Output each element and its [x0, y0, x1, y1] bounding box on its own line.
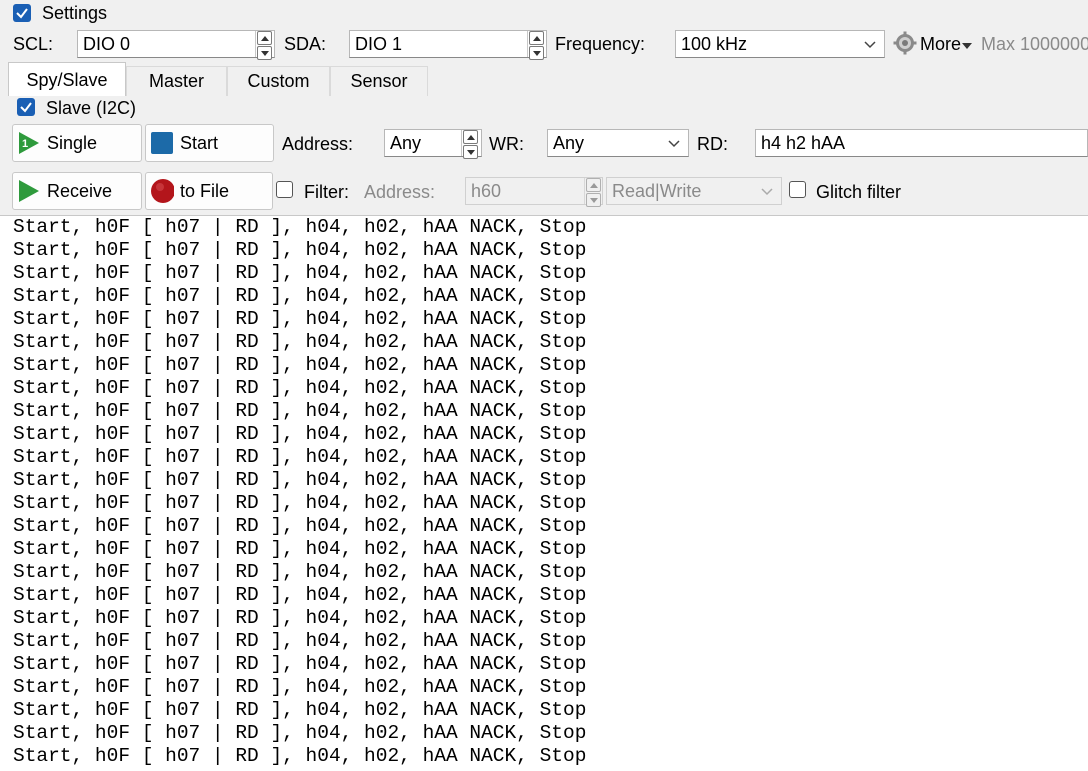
log-line: Start, h0F [ h07 | RD ], h04, h02, hAA N…	[13, 561, 587, 583]
record-icon	[150, 179, 174, 203]
spin-up-icon[interactable]	[257, 31, 272, 45]
slave-checkbox[interactable]	[17, 98, 35, 116]
chevron-down-icon	[864, 41, 876, 49]
sda-value: DIO 1	[355, 34, 403, 54]
log-output[interactable]: Start, h0F [ h07 | RD ], h04, h02, hAA N…	[0, 215, 1088, 771]
single-button[interactable]: 1 Single	[12, 124, 142, 162]
chevron-down-icon	[668, 140, 680, 148]
receive-button[interactable]: Receive	[12, 172, 142, 210]
receive-label: Receive	[47, 180, 113, 201]
log-line: Start, h0F [ h07 | RD ], h04, h02, hAA N…	[13, 722, 587, 744]
log-line: Start, h0F [ h07 | RD ], h04, h02, hAA N…	[13, 607, 587, 629]
spin-down-icon[interactable]	[463, 145, 478, 159]
frequency-value: 100 kHz	[681, 34, 748, 54]
filter-address-spinner[interactable]	[584, 178, 602, 207]
log-line: Start, h0F [ h07 | RD ], h04, h02, hAA N…	[13, 262, 587, 284]
log-line: Start, h0F [ h07 | RD ], h04, h02, hAA N…	[13, 745, 587, 767]
single-label: Single	[47, 132, 98, 153]
log-line: Start, h0F [ h07 | RD ], h04, h02, hAA N…	[13, 354, 587, 376]
checkmark-icon	[20, 102, 32, 113]
log-line: Start, h0F [ h07 | RD ], h04, h02, hAA N…	[13, 469, 587, 491]
checkmark-icon	[16, 8, 28, 19]
svg-text:1: 1	[22, 138, 28, 150]
log-line: Start, h0F [ h07 | RD ], h04, h02, hAA N…	[13, 699, 587, 721]
log-line: Start, h0F [ h07 | RD ], h04, h02, hAA N…	[13, 423, 587, 445]
frequency-label: Frequency:	[555, 34, 646, 54]
sda-field[interactable]: DIO 1	[349, 30, 547, 58]
spin-up-icon[interactable]	[529, 31, 544, 45]
filter-address-field[interactable]: h60	[465, 177, 603, 205]
filter-address-label: Address:	[364, 182, 436, 202]
wr-select[interactable]: Any	[547, 129, 689, 157]
tab-spy-slave[interactable]: Spy/Slave	[8, 62, 126, 96]
log-line: Start, h0F [ h07 | RD ], h04, h02, hAA N…	[13, 308, 587, 330]
caret-down-icon	[962, 43, 973, 49]
single-play-icon: 1	[17, 131, 41, 155]
spin-down-icon[interactable]	[529, 46, 544, 60]
settings-label: Settings	[42, 3, 108, 23]
spin-up-icon[interactable]	[586, 178, 601, 192]
log-line: Start, h0F [ h07 | RD ], h04, h02, hAA N…	[13, 676, 587, 698]
more-button[interactable]: More	[920, 32, 973, 56]
log-line: Start, h0F [ h07 | RD ], h04, h02, hAA N…	[13, 515, 587, 537]
glitch-filter-checkbox[interactable]	[789, 181, 806, 198]
filter-checkbox[interactable]	[276, 181, 293, 198]
log-line: Start, h0F [ h07 | RD ], h04, h02, hAA N…	[13, 584, 587, 606]
log-line: Start, h0F [ h07 | RD ], h04, h02, hAA N…	[13, 377, 587, 399]
sda-spinner[interactable]	[527, 31, 545, 60]
gear-icon[interactable]	[893, 31, 917, 55]
rd-label: RD:	[697, 134, 728, 154]
start-button[interactable]: Start	[145, 124, 274, 162]
wr-value: Any	[553, 133, 585, 153]
to-file-label: to File	[180, 180, 230, 201]
wr-label: WR:	[489, 134, 524, 154]
more-label: More	[920, 34, 962, 54]
filter-label: Filter:	[304, 182, 349, 202]
sda-label: SDA:	[284, 34, 327, 54]
address-value: Any	[390, 133, 422, 153]
max-frequency-text: Max 1000000	[981, 34, 1088, 54]
log-line: Start, h0F [ h07 | RD ], h04, h02, hAA N…	[13, 400, 587, 422]
address-spinner[interactable]	[461, 130, 479, 159]
spin-down-icon[interactable]	[586, 193, 601, 207]
spin-up-icon[interactable]	[463, 130, 478, 144]
log-line: Start, h0F [ h07 | RD ], h04, h02, hAA N…	[13, 331, 587, 353]
rd-value: h4 h2 hAA	[761, 133, 846, 153]
address-label: Address:	[282, 134, 354, 154]
filter-mode-value: Read|Write	[612, 181, 702, 201]
tab-sensor[interactable]: Sensor	[330, 66, 428, 96]
slave-label: Slave (I2C)	[46, 98, 137, 118]
tab-master[interactable]: Master	[126, 66, 227, 96]
filter-mode-select[interactable]: Read|Write	[606, 177, 782, 205]
tab-custom[interactable]: Custom	[227, 66, 330, 96]
log-line: Start, h0F [ h07 | RD ], h04, h02, hAA N…	[13, 216, 587, 238]
frequency-select[interactable]: 100 kHz	[675, 30, 885, 58]
play-icon	[17, 179, 41, 203]
log-line: Start, h0F [ h07 | RD ], h04, h02, hAA N…	[13, 285, 587, 307]
stop-square-icon	[150, 131, 174, 155]
log-line: Start, h0F [ h07 | RD ], h04, h02, hAA N…	[13, 239, 587, 261]
log-line: Start, h0F [ h07 | RD ], h04, h02, hAA N…	[13, 446, 587, 468]
log-line: Start, h0F [ h07 | RD ], h04, h02, hAA N…	[13, 538, 587, 560]
scl-value: DIO 0	[83, 34, 131, 54]
log-line: Start, h0F [ h07 | RD ], h04, h02, hAA N…	[13, 492, 587, 514]
to-file-button[interactable]: to File	[145, 172, 273, 210]
spin-down-icon[interactable]	[257, 46, 272, 60]
start-label: Start	[180, 132, 219, 153]
log-line: Start, h0F [ h07 | RD ], h04, h02, hAA N…	[13, 630, 587, 652]
scl-field[interactable]: DIO 0	[77, 30, 275, 58]
scl-spinner[interactable]	[255, 31, 273, 60]
settings-checkbox[interactable]	[13, 4, 31, 22]
filter-address-value: h60	[471, 181, 502, 201]
chevron-down-icon	[761, 188, 773, 196]
rd-field[interactable]: h4 h2 hAA	[755, 129, 1088, 157]
glitch-filter-label: Glitch filter	[816, 182, 902, 202]
scl-label: SCL:	[13, 34, 54, 54]
log-line: Start, h0F [ h07 | RD ], h04, h02, hAA N…	[13, 653, 587, 675]
